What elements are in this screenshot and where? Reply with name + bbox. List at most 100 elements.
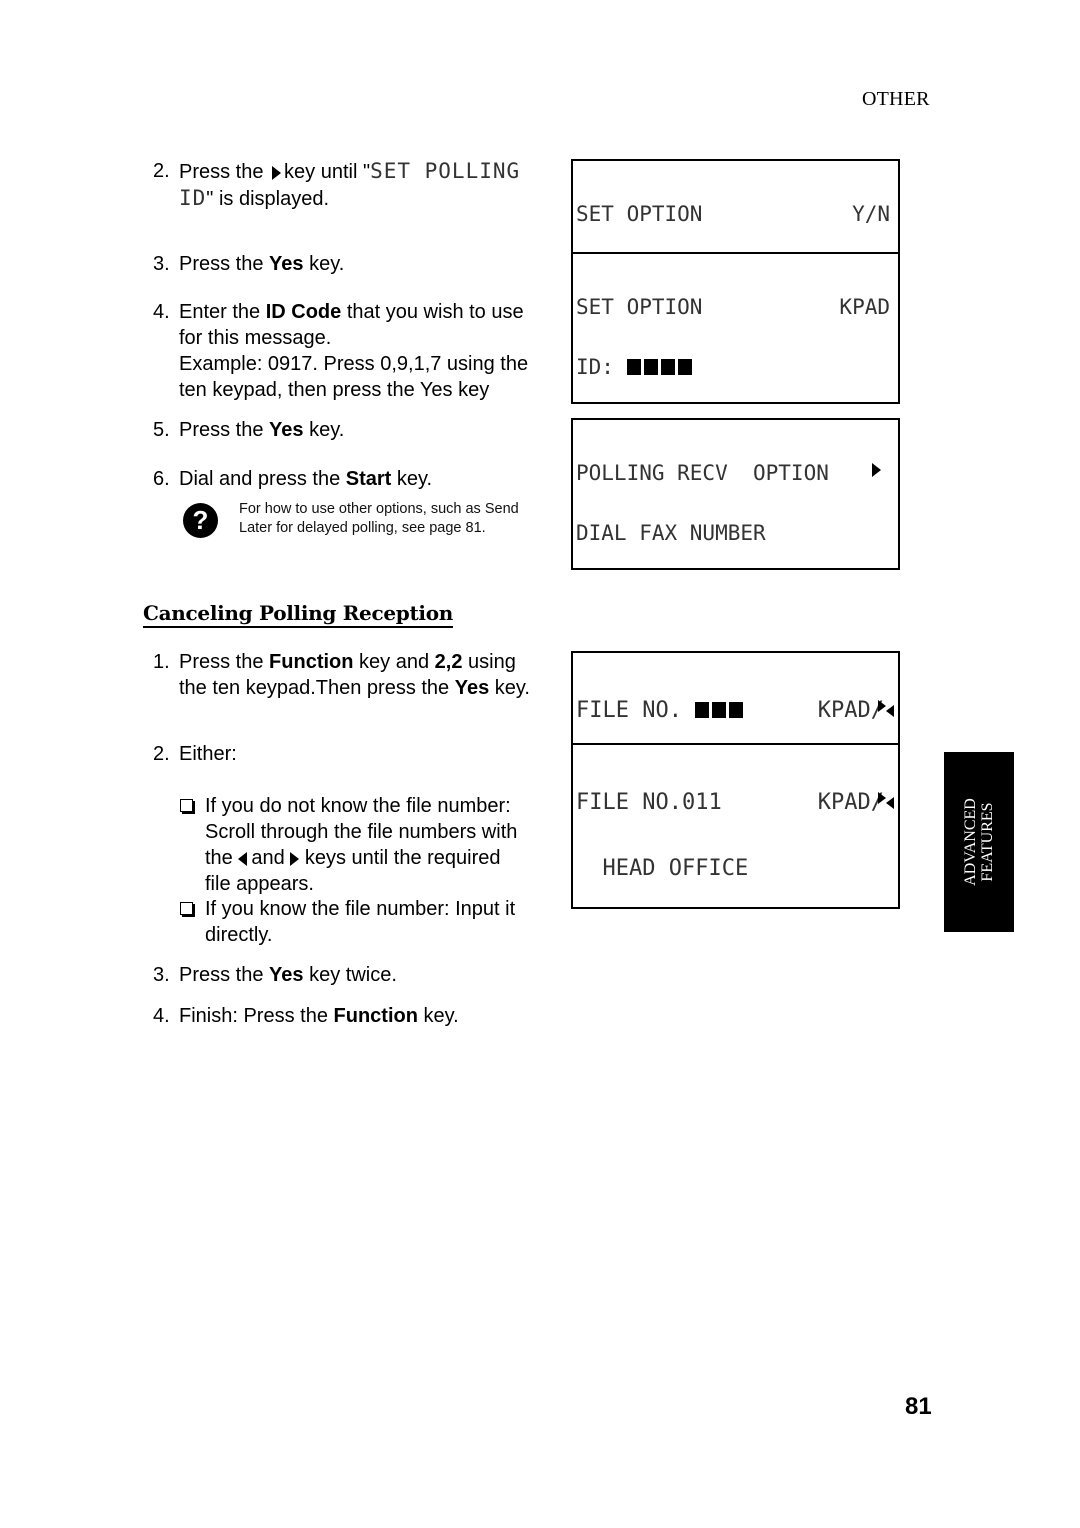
key-name: Start <box>345 468 392 490</box>
bullet-text: Scroll through the file numbers with <box>205 821 518 843</box>
step-text: key. <box>391 468 433 490</box>
step-text: key. <box>303 419 345 441</box>
lcd-text: SET POLLING <box>370 159 521 183</box>
right-arrow-icon <box>872 463 881 477</box>
bullet-text: the <box>205 847 239 869</box>
key-name: Yes <box>269 253 304 275</box>
bullet-text: keys until the required <box>299 847 501 869</box>
input-block <box>712 702 727 718</box>
key-name: ID Code <box>265 301 342 323</box>
input-block <box>643 359 658 375</box>
cancel-step-4: 4. Finish: Press the Function key. <box>153 1003 459 1029</box>
step-6: 6. Dial and press the Start key. <box>153 466 432 492</box>
step-text: key twice. <box>303 964 397 986</box>
key-name: Yes <box>454 677 490 699</box>
step-text: Enter the <box>179 301 266 323</box>
lcd-line: ID: <box>576 355 614 379</box>
left-arrow-icon <box>886 797 894 809</box>
key-name: Yes <box>269 419 304 441</box>
left-arrow-icon <box>886 705 894 717</box>
lcd-text: ID <box>179 186 207 210</box>
step-number: 3. <box>153 253 170 275</box>
lcd-display-id-entry: SET OPTION KPAD ID: <box>571 252 900 404</box>
step-text: Either: <box>179 743 237 765</box>
step-number: 2. <box>153 160 170 182</box>
step-text: " is displayed. <box>206 188 330 210</box>
step-text: the ten keypad.Then press the <box>179 677 455 699</box>
lcd-line-right: KPAD/ <box>817 698 884 723</box>
chapter-tab: ADVANCED FEATURES <box>944 752 1014 932</box>
step-3: 3. Press the Yes key. <box>153 251 344 277</box>
step-number: 4. <box>153 301 170 323</box>
bullet-text: and <box>251 847 291 869</box>
key-name: Function <box>333 1005 418 1027</box>
right-arrow-icon <box>272 165 282 180</box>
step-text: Press the <box>179 964 270 986</box>
cancel-step-2: 2. Either: <box>153 741 237 767</box>
step-text: key. <box>417 1005 459 1027</box>
step-text: Dial and press the <box>179 468 346 490</box>
lcd-display-file-no-011: FILE NO.011 KPAD/ HEAD OFFICE <box>571 743 900 909</box>
right-arrow-icon <box>290 851 300 866</box>
input-block <box>626 359 641 375</box>
step-text: Press the <box>179 253 270 275</box>
step-text: ten keypad, then press the Yes key <box>179 379 490 401</box>
bullet-text: directly. <box>205 924 273 946</box>
checkbox-bullet-icon <box>180 902 193 915</box>
input-block <box>729 702 744 718</box>
input-block <box>695 702 710 718</box>
left-arrow-icon <box>238 851 248 866</box>
checkbox-bullet-icon <box>180 799 193 812</box>
step-text: Example: 0917. Press 0,9,1,7 using the <box>179 353 529 375</box>
step-number: 4. <box>153 1005 170 1027</box>
step-4: 4. Enter the ID Code that you wish to us… <box>153 299 528 401</box>
key-name: Yes <box>269 964 304 986</box>
question-icon: ? <box>183 503 218 538</box>
page-number: 81 <box>905 1393 932 1420</box>
step-text: key and <box>353 651 435 673</box>
right-arrow-icon <box>878 792 886 804</box>
lcd-line: POLLING RECV OPTION <box>576 461 829 485</box>
chapter-tab-label: FEATURES <box>979 802 996 882</box>
step-text: key. <box>303 253 345 275</box>
bullet-text: file appears. <box>205 873 314 895</box>
chapter-tab-label: ADVANCED <box>962 798 979 886</box>
key-name: Function <box>269 651 354 673</box>
step-5: 5. Press the Yes key. <box>153 417 344 443</box>
step-number: 1. <box>153 651 170 673</box>
cancel-step-3: 3. Press the Yes key twice. <box>153 962 397 988</box>
lcd-line: SET OPTION <box>576 295 703 319</box>
step-2: 2. Press the key until "SET POLLING ID" … <box>153 158 519 210</box>
section-header: OTHER <box>862 88 930 110</box>
input-block <box>677 359 692 375</box>
lcd-line: DIAL FAX NUMBER <box>576 521 766 545</box>
input-block <box>660 359 675 375</box>
lcd-line: SET OPTION <box>576 202 703 226</box>
bullet-text: If you know the file number: Input it <box>205 898 516 920</box>
step-text: Press the <box>179 161 264 183</box>
note-text: For how to use other options, such as Se… <box>239 500 519 538</box>
right-arrow-icon <box>878 700 886 712</box>
step-number: 5. <box>153 419 170 441</box>
step-number: 3. <box>153 964 170 986</box>
note-line: For how to use other options, such as Se… <box>239 501 519 517</box>
cancel-step-1: 1. Press the Function key and 2,2 using … <box>153 649 530 699</box>
step-text: Press the <box>179 651 270 673</box>
lcd-line-right: Y/N <box>852 202 890 226</box>
step-number: 6. <box>153 468 170 490</box>
lcd-line: FILE NO.011 <box>576 790 722 815</box>
lcd-line-right: KPAD <box>839 295 890 319</box>
lcd-line: FILE NO. <box>576 698 682 723</box>
step-text: that you wish to use <box>341 301 524 323</box>
step-text: using <box>462 651 516 673</box>
step-text: key. <box>489 677 530 699</box>
step-number: 2. <box>153 743 170 765</box>
note-line: Later for delayed polling, see page 81. <box>239 520 486 536</box>
lcd-line: HEAD OFFICE <box>576 856 749 881</box>
key-name: 2,2 <box>434 651 463 673</box>
lcd-display-polling-recv: POLLING RECV OPTION DIAL FAX NUMBER <box>571 418 900 570</box>
step-text: Finish: Press the <box>179 1005 334 1027</box>
section-title: Canceling Polling Reception <box>143 601 453 628</box>
step-text: for this message. <box>179 327 332 349</box>
bullet-text: If you do not know the file number: <box>205 795 511 817</box>
